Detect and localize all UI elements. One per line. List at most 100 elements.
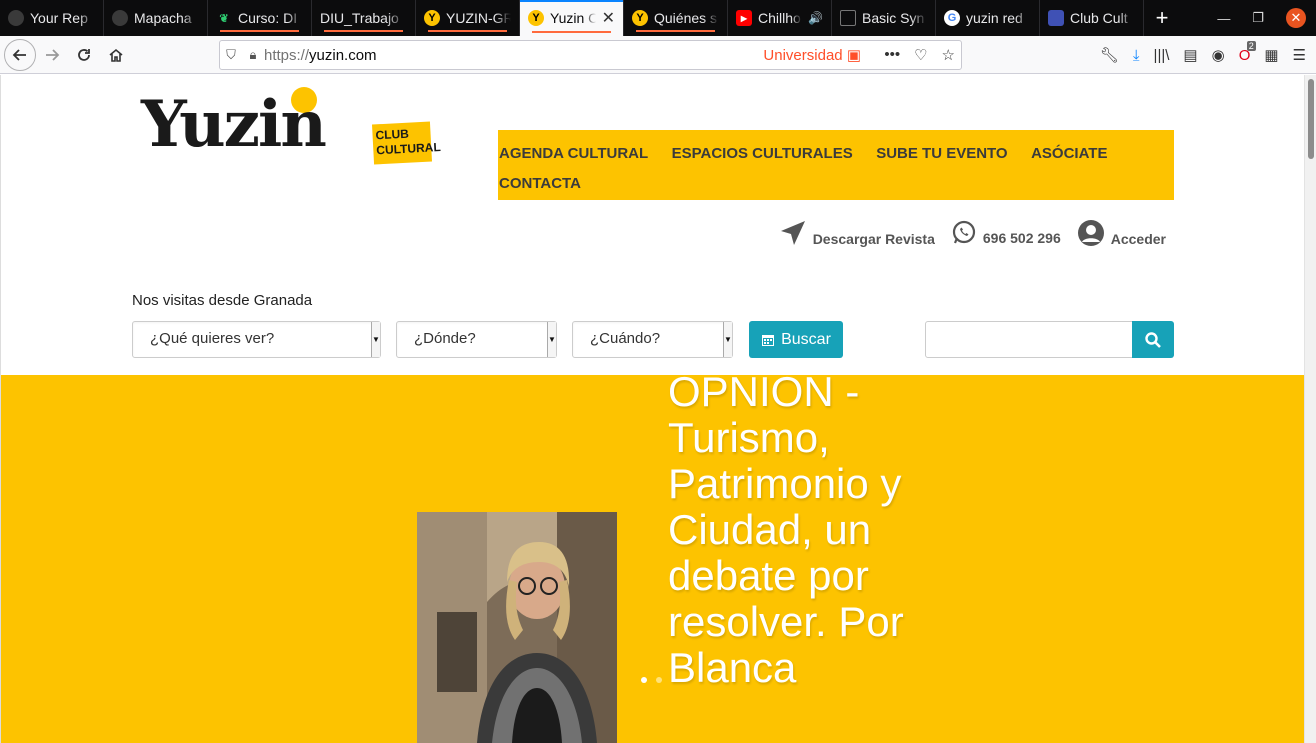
tab-basic-syn[interactable]: Basic Syn [832, 0, 936, 36]
web-page: Yuzin CLUB CULTURAL AGENDA CULTURAL ESPA… [0, 75, 1316, 743]
urlbar-actions: ••• ♡ ☆ [884, 46, 955, 64]
site-search-button[interactable] [1132, 321, 1174, 358]
github-icon [112, 10, 128, 26]
what-select-value: ¿Qué quieres ver? [150, 330, 275, 347]
extension-opera-icon[interactable]: O2 [1239, 40, 1256, 64]
tab-club-cult[interactable]: Club Cult [1040, 0, 1144, 36]
address-bar[interactable]: ⛉ 🔒︎ https://yuzin.com Universidad ▣ •••… [219, 40, 962, 70]
window-controls: — ❐ ✕ [1217, 0, 1316, 36]
lock-icon[interactable]: 🔒︎ [242, 47, 264, 63]
what-select[interactable]: ¿Qué quieres ver? ▼ [132, 321, 381, 358]
featured-slider: OPNION - Turismo, Patrimonio y Ciudad, u… [1, 375, 1304, 743]
site-logo[interactable]: Yuzin CLUB CULTURAL [141, 87, 441, 167]
tab-chillhop[interactable]: ▶ Chillho 🔊 [728, 0, 832, 36]
back-arrow-icon [12, 48, 26, 61]
wrench-icon[interactable]: 🔧︎ [1100, 46, 1119, 64]
scrollbar-thumb[interactable] [1308, 79, 1314, 159]
login-label: Acceder [1110, 231, 1166, 247]
back-button[interactable] [4, 38, 36, 71]
nav-espacios-culturales[interactable]: ESPACIOS CULTURALES [672, 139, 853, 169]
tab-yuzin-club[interactable]: Y Yuzin C ✕ [520, 0, 624, 36]
forward-button[interactable] [36, 39, 68, 71]
logo-tag: CLUB CULTURAL [371, 121, 441, 165]
login-link[interactable]: Acceder [1077, 219, 1166, 247]
nav-contacta[interactable]: CONTACTA [499, 169, 581, 199]
account-icon[interactable]: ◉ [1212, 46, 1225, 64]
tab-container-underline [428, 30, 507, 32]
slider-dot[interactable] [656, 677, 662, 683]
tab-yuzin-gr[interactable]: Y YUZIN-GR [416, 0, 520, 36]
extensions-grid-icon[interactable]: ▦ [1264, 46, 1278, 64]
portrait-image [417, 512, 617, 743]
bookmark-star-icon[interactable]: ☆ [942, 46, 955, 64]
leaf-icon: ❦ [219, 12, 229, 25]
home-button[interactable] [100, 39, 132, 71]
pocket-icon[interactable]: ♡ [914, 46, 927, 64]
container-label[interactable]: Universidad ▣ [763, 46, 861, 64]
sidebar-icon[interactable]: ▤ [1183, 46, 1197, 64]
library-icon[interactable]: |||\ [1154, 47, 1170, 64]
tab-mapacha[interactable]: Mapacha [104, 0, 208, 36]
when-select[interactable]: ¿Cuándo? ▼ [572, 321, 733, 358]
search-events-button[interactable]: Buscar [749, 321, 843, 358]
tab-yuzin-red[interactable]: G yuzin red [936, 0, 1040, 36]
tab-curso[interactable]: ❦ Curso: DI [208, 0, 312, 36]
download-icon[interactable]: ⤓ [1133, 47, 1140, 64]
tab-your-rep[interactable]: Your Rep [0, 0, 104, 36]
tab-label: Quiénes s [654, 10, 718, 26]
forward-arrow-icon [46, 48, 60, 61]
window-close-icon[interactable]: ✕ [1286, 8, 1306, 28]
shield-icon[interactable]: ⛉ [220, 47, 242, 63]
new-tab-button[interactable]: + [1144, 0, 1180, 36]
tab-label: Your Rep [30, 10, 88, 26]
whatsapp-link[interactable]: 696 502 296 [951, 220, 1061, 246]
download-magazine-link[interactable]: Descargar Revista [779, 219, 935, 247]
yuzin-icon: Y [632, 10, 648, 26]
more-actions-icon[interactable]: ••• [884, 46, 900, 64]
yuzin-icon: Y [528, 10, 544, 26]
user-circle-icon [1077, 220, 1104, 246]
tab-quienes[interactable]: Y Quiénes s [624, 0, 728, 36]
minimize-icon[interactable]: — [1217, 11, 1230, 26]
featured-article-title[interactable]: OPNION - Turismo, Patrimonio y Ciudad, u… [668, 375, 908, 691]
featured-photo[interactable] [417, 512, 617, 743]
tab-label: Yuzin C [550, 10, 596, 26]
where-select-value: ¿Dónde? [414, 330, 476, 347]
tab-container-underline [324, 30, 403, 32]
tab-diu-trabajo[interactable]: DIU_Trabajo [312, 0, 416, 36]
container-label-text: Universidad [763, 47, 843, 64]
restore-icon[interactable]: ❐ [1252, 10, 1264, 26]
slider-pagination [641, 677, 662, 683]
search-events-label: Buscar [781, 330, 831, 348]
tab-label: Curso: DI [238, 10, 298, 26]
calendar-icon [762, 334, 775, 346]
slider-dot-active[interactable] [641, 677, 647, 683]
close-tab-icon[interactable]: ✕ [602, 8, 615, 28]
hamburger-menu-icon[interactable]: ☰ [1293, 46, 1306, 64]
tab-label: Chillho [758, 10, 801, 26]
site-search-input[interactable] [925, 321, 1133, 358]
site-icon [1048, 10, 1064, 26]
url-host: yuzin.com [309, 46, 377, 64]
nav-sube-tu-evento[interactable]: SUBE TU EVENTO [876, 139, 1007, 169]
tab-label: Club Cult [1070, 10, 1128, 26]
url-scheme: https:// [264, 46, 310, 64]
main-navigation: AGENDA CULTURAL ESPACIOS CULTURALES SUBE… [498, 130, 1174, 200]
page-scrollbar[interactable] [1304, 75, 1316, 743]
chevron-down-icon: ▼ [371, 322, 380, 357]
whatsapp-icon [952, 220, 975, 244]
toolbar-icons: 🔧︎ ⤓ |||\ ▤ ◉ O2 ▦ ☰ [1100, 36, 1306, 74]
navigation-toolbar: ⛉ 🔒︎ https://yuzin.com Universidad ▣ •••… [0, 36, 1316, 74]
nav-asociate[interactable]: ASÓCIATE [1031, 139, 1107, 169]
reload-button[interactable] [68, 39, 100, 71]
yuzin-icon: Y [424, 10, 440, 26]
nav-agenda-cultural[interactable]: AGENDA CULTURAL [499, 139, 648, 169]
chevron-down-icon: ▼ [547, 322, 556, 357]
reload-icon [78, 48, 90, 61]
tab-container-underline [636, 30, 715, 32]
download-magazine-label: Descargar Revista [812, 231, 935, 247]
google-icon: G [944, 10, 960, 26]
speaker-icon[interactable]: 🔊 [808, 11, 823, 25]
tab-label: Mapacha [134, 10, 192, 26]
where-select[interactable]: ¿Dónde? ▼ [396, 321, 557, 358]
